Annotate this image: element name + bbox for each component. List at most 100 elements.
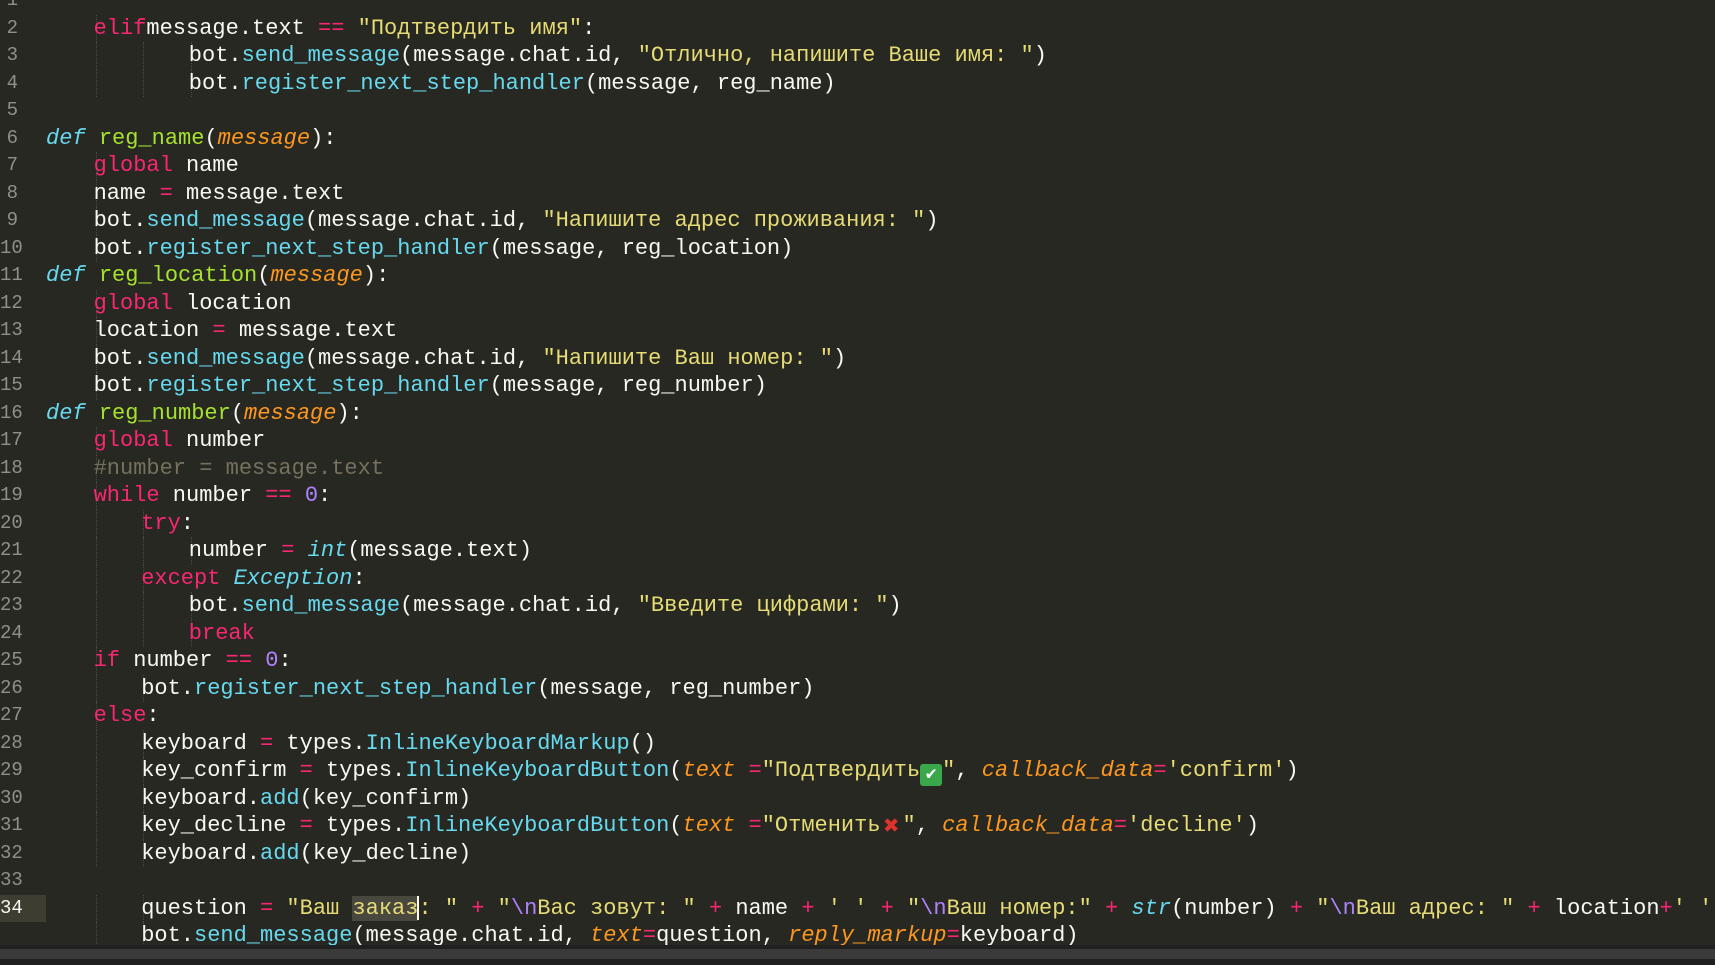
code-line[interactable]: bot.send_message(message.chat.id, text=q…: [0, 922, 1715, 945]
code-text[interactable]: global location: [94, 290, 292, 318]
code-text[interactable]: bot.send_message(message.chat.id, "Введи…: [189, 592, 902, 620]
code-line[interactable]: 7 global name: [0, 152, 1715, 180]
code-token: ):: [336, 400, 363, 426]
code-text[interactable]: bot.send_message(message.chat.id, "Напиш…: [94, 207, 939, 235]
code-text[interactable]: else:: [94, 702, 160, 730]
code-text[interactable]: key_decline = types.InlineKeyboardButton…: [141, 812, 1259, 840]
code-text[interactable]: key_confirm = types.InlineKeyboardButton…: [141, 757, 1299, 786]
code-text[interactable]: bot.send_message(message.chat.id, "Напиш…: [94, 345, 847, 373]
code-text[interactable]: bot.register_next_step_handler(message, …: [94, 372, 767, 400]
code-token: question: [141, 895, 261, 921]
code-token: (: [669, 758, 683, 783]
code-token: =: [946, 923, 960, 945]
code-token: send_message: [241, 593, 401, 618]
code-token: :: [180, 510, 194, 536]
code-line[interactable]: 26 bot.register_next_step_handler(message…: [0, 674, 1715, 703]
scrollbar-track[interactable]: [0, 949, 1715, 959]
code-line[interactable]: 2 elifmessage.text == "Подтвердить имя":: [0, 14, 1715, 43]
code-line[interactable]: 31 key_decline = types.InlineKeyboardButt…: [0, 812, 1715, 840]
horizontal-scrollbar[interactable]: [0, 945, 1715, 965]
code-line[interactable]: 22 except Exception:: [0, 564, 1715, 593]
line-number: 34: [0, 896, 23, 919]
indent-guide: [95, 812, 97, 840]
code-line[interactable]: 11 def reg_location(message):: [0, 262, 1715, 290]
code-line[interactable]: 15 bot.register_next_step_handler(message…: [0, 372, 1715, 400]
code-line[interactable]: 30 keyboard.add(key_confirm): [0, 784, 1715, 813]
code-editor[interactable]: 1 2 elifmessage.text == "Подтвердить имя":…: [0, 0, 1715, 945]
code-text[interactable]: except Exception:: [141, 565, 365, 593]
code-line[interactable]: 18 #number = message.text: [0, 454, 1715, 483]
code-token: "Подтвердить имя": [357, 15, 583, 41]
code-text[interactable]: #number = message.text: [94, 455, 384, 483]
code-text[interactable]: bot.register_next_step_handler(message, …: [189, 70, 836, 98]
code-line[interactable]: 12 global location: [0, 289, 1715, 318]
code-text[interactable]: bot.send_message(message.chat.id, text=q…: [141, 922, 1078, 945]
code-token: global: [93, 153, 173, 178]
code-token: (: [204, 125, 218, 151]
code-text[interactable]: name = message.text: [94, 180, 345, 208]
code-token: bot.: [188, 70, 242, 96]
code-token: InlineKeyboardButton: [405, 758, 670, 783]
code-line[interactable]: 5: [0, 97, 1715, 125]
code-text[interactable]: def reg_name(message):: [46, 125, 336, 153]
code-line[interactable]: 9 bot.send_message(message.chat.id, "Напи…: [0, 207, 1715, 235]
code-line[interactable]: 13 location = message.text: [0, 317, 1715, 345]
code-line[interactable]: 19 while number == 0:: [0, 482, 1715, 510]
code-line[interactable]: 21 number = int(message.text): [0, 537, 1715, 565]
code-token: #number = message.text: [93, 455, 385, 481]
code-line[interactable]: 14 bot.send_message(message.chat.id, "Нап…: [0, 344, 1715, 373]
code-token: message: [244, 400, 337, 426]
code-line[interactable]: 32 keyboard.add(key_decline): [0, 839, 1715, 868]
code-line[interactable]: 27 else:: [0, 702, 1715, 730]
code-token: bot.: [188, 43, 242, 68]
code-text[interactable]: number = int(message.text): [189, 537, 532, 565]
code-text[interactable]: while number == 0:: [94, 482, 332, 510]
line-number: 6: [6, 126, 18, 149]
code-text[interactable]: global name: [94, 152, 239, 180]
code-line[interactable]: 17 global number: [0, 427, 1715, 455]
code-token: text: [590, 923, 643, 945]
code-text[interactable]: keyboard.add(key_decline): [141, 840, 471, 868]
code-token: (key_confirm): [299, 785, 472, 811]
line-number: 27: [0, 704, 23, 726]
code-token: keyboard.: [141, 785, 261, 811]
code-line[interactable]: 10 bot.register_next_step_handler(message…: [0, 234, 1715, 263]
code-text[interactable]: break: [189, 620, 255, 648]
code-token: "Подтвердить: [761, 758, 921, 783]
code-text[interactable]: keyboard.add(key_confirm): [141, 785, 471, 813]
code-token: ' ': [827, 895, 868, 921]
line-number: 13: [0, 319, 23, 341]
code-token: InlineKeyboardMarkup: [365, 730, 630, 756]
code-line[interactable]: 25 if number == 0:: [0, 647, 1715, 675]
code-text[interactable]: location = message.text: [94, 317, 398, 345]
code-text[interactable]: elifmessage.text == "Подтвердить имя":: [94, 15, 596, 43]
code-text[interactable]: def reg_number(message):: [46, 400, 363, 428]
code-line[interactable]: 4 bot.register_next_step_handler(message,…: [0, 69, 1715, 98]
code-line[interactable]: 24 break: [0, 619, 1715, 648]
code-text[interactable]: bot.register_next_step_handler(message, …: [94, 235, 794, 263]
code-token: number: [120, 648, 226, 673]
code-token: (message.chat.id,: [304, 208, 543, 233]
code-line[interactable]: 8 name = message.text: [0, 179, 1715, 208]
code-line[interactable]: 16 def reg_number(message):: [0, 400, 1715, 428]
code-text[interactable]: bot.send_message(message.chat.id, "Отлич…: [189, 42, 1047, 70]
code-line[interactable]: 1: [0, 0, 1715, 15]
code-line[interactable]: 29 key_confirm = types.InlineKeyboardButt…: [0, 757, 1715, 786]
code-line[interactable]: 33: [0, 867, 1715, 895]
code-text[interactable]: def reg_location(message):: [46, 262, 389, 290]
code-token: bot.: [188, 593, 242, 618]
code-text[interactable]: question = "Ваш заказ: " + "\nВас зовут:…: [141, 895, 1712, 923]
code-line[interactable]: 3 bot.send_message(message.chat.id, "Отли…: [0, 42, 1715, 70]
code-text[interactable]: keyboard = types.InlineKeyboardMarkup(): [141, 730, 656, 758]
code-line[interactable]: 28 keyboard = types.InlineKeyboardMarkup(…: [0, 729, 1715, 758]
code-line[interactable]: 34 question = "Ваш заказ: " + "\nВас зову…: [0, 894, 1715, 923]
code-line[interactable]: 23 bot.send_message(message.chat.id, "Вве…: [0, 592, 1715, 620]
code-text[interactable]: global number: [94, 427, 266, 455]
code-text[interactable]: bot.register_next_step_handler(message, …: [141, 675, 814, 703]
code-token: =: [299, 813, 313, 838]
code-text[interactable]: try:: [141, 510, 194, 538]
code-text[interactable]: if number == 0:: [94, 647, 292, 675]
code-line[interactable]: 20 try:: [0, 509, 1715, 538]
code-line[interactable]: 6 def reg_name(message):: [0, 125, 1715, 153]
